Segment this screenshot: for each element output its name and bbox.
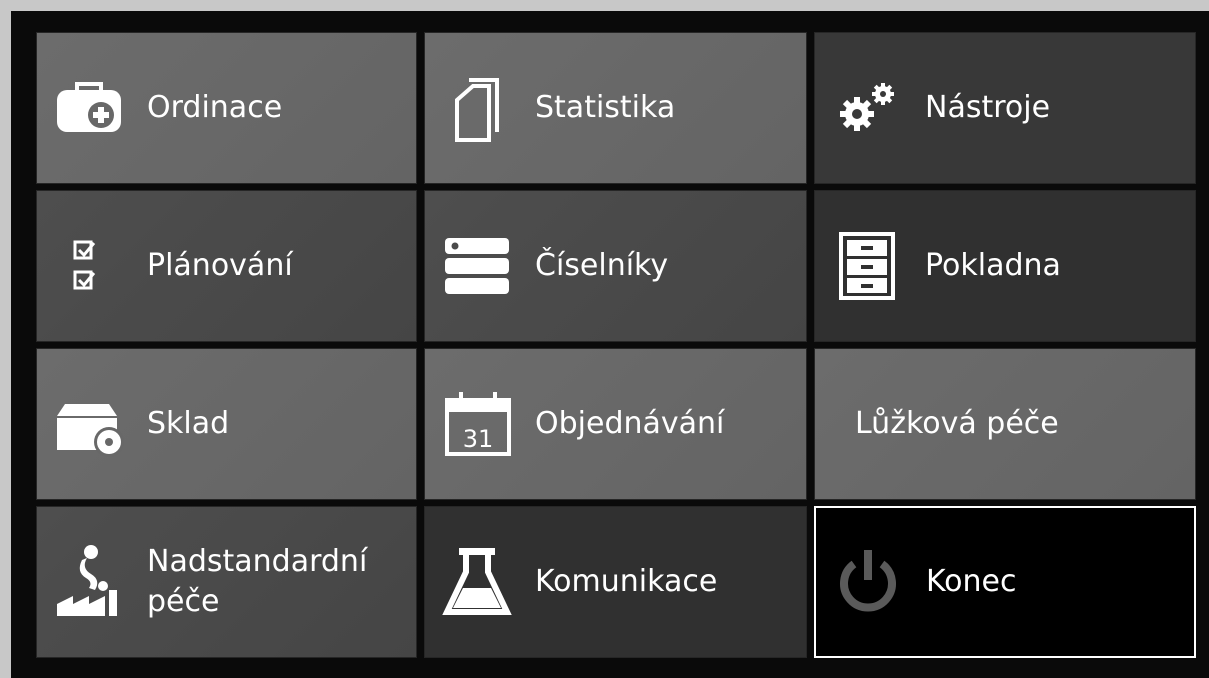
calendar-day: 31 <box>463 425 494 453</box>
tile-label-line2: péče <box>147 584 220 619</box>
tile-sklad[interactable]: Sklad <box>36 348 417 500</box>
tile-label: Sklad <box>147 406 230 441</box>
tile-ciselniky[interactable]: Číselníky <box>424 190 807 342</box>
tile-label-line1: Nadstandardní <box>147 544 368 579</box>
gears-icon <box>829 70 905 146</box>
tile-pokladna[interactable]: Pokladna <box>814 190 1196 342</box>
tile-luzkova-pece[interactable]: Lůžková péče <box>814 348 1196 500</box>
power-icon <box>830 544 906 620</box>
tile-label: Nadstandardní péče <box>147 542 367 622</box>
tile-label: Komunikace <box>535 564 718 599</box>
main-menu-grid: Ordinace Statistika Nástroje Plánování Č… <box>36 32 1196 658</box>
tile-label: Ordinace <box>147 90 283 125</box>
tile-objednavani[interactable]: 31 Objednávání <box>424 348 807 500</box>
tile-komunikace[interactable]: Komunikace <box>424 506 807 658</box>
cabinet-drawers-icon <box>829 228 905 304</box>
calendar-icon: 31 <box>439 386 515 462</box>
tile-label: Pokladna <box>925 248 1061 283</box>
tile-nastroje[interactable]: Nástroje <box>814 32 1196 184</box>
server-stack-icon <box>439 228 515 304</box>
documents-icon <box>439 70 515 146</box>
tile-label: Konec <box>926 564 1017 599</box>
checklist-icon <box>51 228 127 304</box>
tile-label: Číselníky <box>535 248 669 283</box>
tile-label: Objednávání <box>535 406 725 441</box>
tile-label: Statistika <box>535 90 676 125</box>
app-window: Ordinace Statistika Nástroje Plánování Č… <box>11 11 1209 678</box>
tile-statistika[interactable]: Statistika <box>424 32 807 184</box>
tile-label: Plánování <box>147 248 293 283</box>
medical-case-icon <box>51 70 127 146</box>
tile-label: Nástroje <box>925 90 1051 125</box>
tile-label: Lůžková péče <box>855 406 1059 441</box>
box-disc-icon <box>51 386 127 462</box>
tile-ordinace[interactable]: Ordinace <box>36 32 417 184</box>
factory-icon <box>51 544 127 620</box>
tile-nadstandardni-pece[interactable]: Nadstandardní péče <box>36 506 417 658</box>
tile-konec[interactable]: Konec <box>814 506 1196 658</box>
tile-planovani[interactable]: Plánování <box>36 190 417 342</box>
flask-icon <box>439 544 515 620</box>
